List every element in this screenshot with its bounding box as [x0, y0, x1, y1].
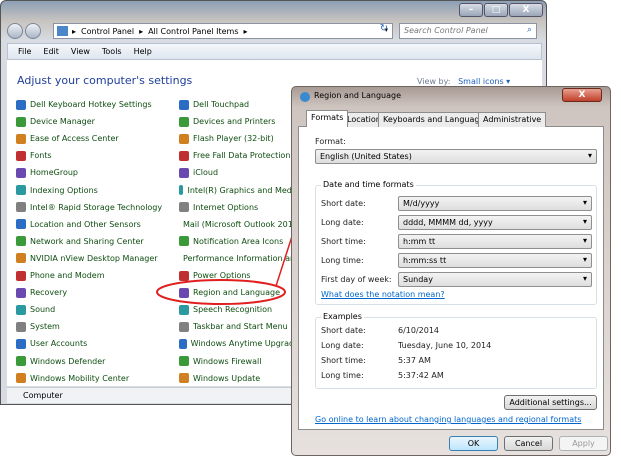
- example-value: 6/10/2014: [398, 326, 440, 335]
- dialog-close-button[interactable]: X: [562, 88, 602, 102]
- field-select[interactable]: Sunday: [398, 272, 592, 287]
- example-value: 5:37:42 AM: [398, 371, 444, 380]
- example-label: Long date:: [321, 341, 364, 350]
- formats-panel: Format: English (United States) Date and…: [298, 126, 604, 430]
- field-label: Short date:: [321, 199, 366, 208]
- date-time-group-title: Date and time formats: [321, 180, 416, 189]
- field-label: Long time:: [321, 256, 364, 265]
- examples-group: Examples Short date: 6/10/2014 Long date: T…: [315, 312, 597, 389]
- field-select[interactable]: M/d/yyyy: [398, 196, 592, 211]
- date-time-group: Date and time formats Short date: M/d/yyy…: [315, 180, 597, 305]
- globe-icon: [300, 92, 310, 102]
- highlight-ellipse: [156, 279, 286, 305]
- example-value: 5:37 AM: [398, 356, 431, 365]
- field-select[interactable]: dddd, MMMM dd, yyyy: [398, 215, 592, 230]
- field-select[interactable]: h:mm tt: [398, 234, 592, 249]
- example-label: Long time:: [321, 371, 364, 380]
- field-select[interactable]: h:mm:ss tt: [398, 253, 592, 268]
- dialog-title: Region and Language: [314, 91, 402, 100]
- example-value: Tuesday, June 10, 2014: [398, 341, 492, 350]
- region-language-dialog: Region and Language X Formats Location K…: [291, 86, 611, 456]
- tab-keyboards[interactable]: Keyboards and Languages: [378, 112, 494, 127]
- notation-link[interactable]: What does the notation mean?: [321, 290, 445, 299]
- example-label: Short date:: [321, 326, 366, 335]
- cancel-button[interactable]: Cancel: [504, 436, 553, 451]
- example-label: Short time:: [321, 356, 366, 365]
- online-link[interactable]: Go online to learn about changing langua…: [315, 415, 581, 424]
- format-select[interactable]: English (United States): [315, 149, 597, 164]
- field-label: Short time:: [321, 237, 366, 246]
- additional-settings-button[interactable]: Additional settings...: [504, 395, 597, 410]
- tab-formats[interactable]: Formats: [306, 110, 349, 127]
- tab-administrative[interactable]: Administrative: [478, 112, 547, 127]
- ok-button[interactable]: OK: [449, 436, 498, 451]
- examples-group-title: Examples: [321, 312, 364, 321]
- field-label: Long date:: [321, 218, 364, 227]
- format-label: Format:: [315, 137, 346, 146]
- apply-button[interactable]: Apply: [559, 436, 608, 451]
- field-label: First day of week:: [321, 275, 392, 284]
